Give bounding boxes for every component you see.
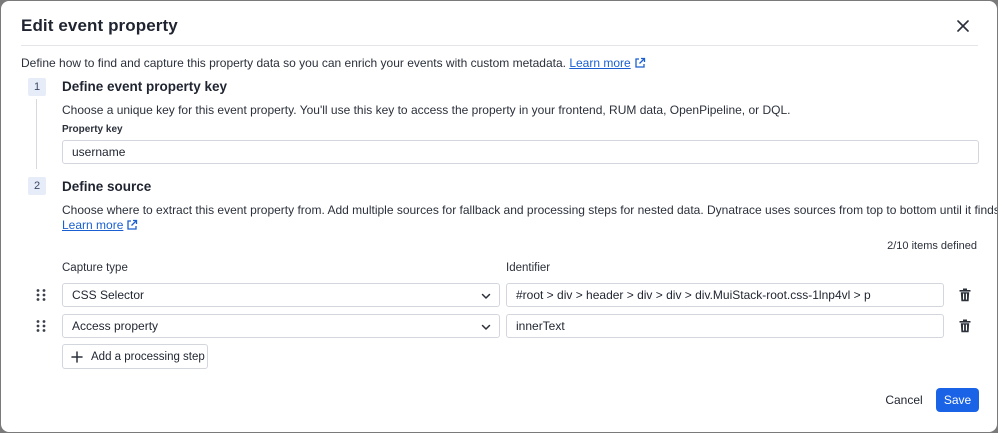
step-2-description: Choose where to extract this event prope… [62,203,997,217]
external-link-icon [127,219,138,230]
capture-type-header: Capture type [62,262,128,274]
row-1-drag-handle[interactable] [35,288,47,302]
trash-icon [959,319,971,333]
step-2-link-wrapper: Learn more [62,218,138,232]
intro-learn-more-link[interactable]: Learn more [569,56,645,70]
row-2-delete-button[interactable] [957,318,973,334]
step-2-number: 2 [28,177,46,195]
trash-icon [959,288,971,302]
chevron-down-icon [481,293,491,299]
intro-text: Define how to find and capture this prop… [21,56,646,70]
items-defined-count: 2/10 items defined [887,240,977,252]
step-1-number: 1 [28,78,46,96]
row-2-drag-handle[interactable] [35,319,47,333]
row-2-identifier-input[interactable] [506,314,944,338]
row-1-capture-type-value: CSS Selector [72,288,145,302]
save-button[interactable]: Save [936,388,979,412]
add-processing-step-button[interactable]: Add a processing step [62,344,208,369]
close-button[interactable] [953,16,973,36]
add-processing-step-label: Add a processing step [91,350,205,363]
identifier-header: Identifier [506,262,551,274]
intro-description: Define how to find and capture this prop… [21,56,566,70]
dialog-title: Edit event property [21,16,178,35]
property-key-input[interactable] [62,140,979,164]
cancel-button[interactable]: Cancel [879,388,929,412]
title-divider [21,45,978,46]
edit-event-property-dialog: Edit event property Define how to find a… [1,1,997,432]
drag-handle-icon [36,289,46,301]
external-link-icon [635,57,645,68]
property-key-label: Property key [62,124,123,135]
step-1-title: Define event property key [62,79,228,94]
step-connector-line [36,99,37,169]
row-2-capture-type-value: Access property [72,319,159,333]
plus-icon [71,350,83,363]
step-1-description: Choose a unique key for this event prope… [62,103,791,117]
step-2-title: Define source [62,179,152,194]
intro-learn-more-label: Learn more [569,56,631,70]
close-icon [957,20,969,32]
row-1-delete-button[interactable] [957,287,973,303]
row-1-capture-type-select[interactable]: CSS Selector [62,283,500,307]
row-2-capture-type-select[interactable]: Access property [62,314,500,338]
step-2-learn-more-link[interactable]: Learn more [62,218,138,232]
row-1-identifier-input[interactable] [506,283,944,307]
step-2-learn-more-label: Learn more [62,218,124,232]
drag-handle-icon [36,320,46,332]
chevron-down-icon [481,324,491,330]
